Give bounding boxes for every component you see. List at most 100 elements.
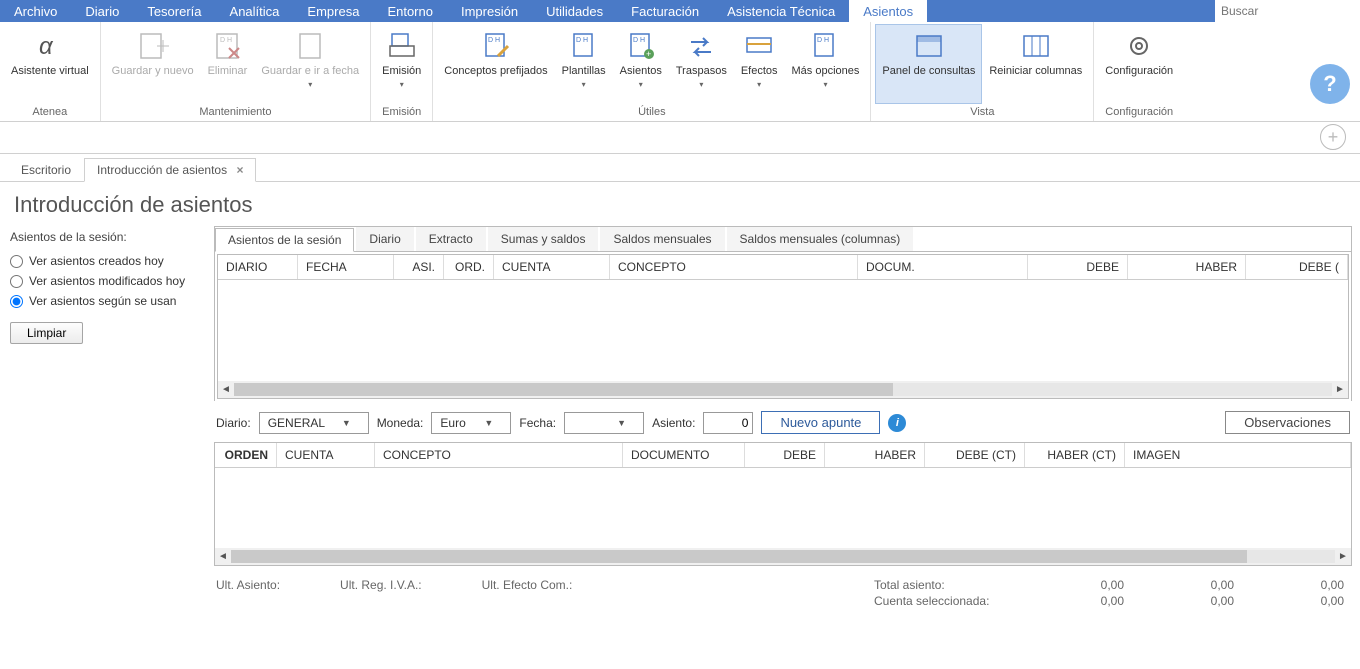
diario-select[interactable]: GENERAL ▼ <box>259 412 369 434</box>
reiniciar-columnas-button[interactable]: Reiniciar columnas <box>982 24 1089 104</box>
radio-modificados-hoy[interactable]: Ver asientos modificados hoy <box>10 274 200 288</box>
guardar-nuevo-button[interactable]: Guardar y nuevo <box>105 24 201 104</box>
help-button[interactable]: ? <box>1310 64 1350 104</box>
scroll-track[interactable] <box>234 383 1332 396</box>
fecha-select[interactable]: ▼ <box>564 412 644 434</box>
grid2-header: ORDEN CUENTA CONCEPTO DOCUMENTO DEBE HAB… <box>215 443 1351 468</box>
itab-diario[interactable]: Diario <box>356 227 413 251</box>
col-haber-ct[interactable]: HABER (CT) <box>1025 443 1125 467</box>
eliminar-button[interactable]: D H Eliminar <box>201 24 255 104</box>
menu-asientos[interactable]: Asientos <box>849 0 927 22</box>
asistente-virtual-button[interactable]: α Asistente virtual <box>4 24 96 104</box>
radio-input[interactable] <box>10 275 23 288</box>
chevron-down-icon[interactable]: ▼ <box>471 418 506 428</box>
asientos-util-button[interactable]: D H+ Asientos ▾ <box>613 24 669 104</box>
col-debe[interactable]: DEBE <box>1028 255 1128 279</box>
traspasos-button[interactable]: Traspasos ▾ <box>669 24 734 104</box>
close-icon[interactable]: × <box>236 163 243 177</box>
panel-consultas-button[interactable]: Panel de consultas <box>875 24 982 104</box>
ribbon-label: Asistente virtual <box>11 65 89 78</box>
scroll-right-icon[interactable]: ► <box>1335 551 1351 562</box>
menu-facturacion[interactable]: Facturación <box>617 0 713 22</box>
col-debe-ct[interactable]: DEBE (CT) <box>925 443 1025 467</box>
col-cuenta[interactable]: CUENTA <box>494 255 610 279</box>
nuevo-apunte-button[interactable]: Nuevo apunte <box>761 411 880 434</box>
col-fecha[interactable]: FECHA <box>298 255 394 279</box>
chevron-down-icon: ▾ <box>400 78 404 91</box>
itab-saldos-mens[interactable]: Saldos mensuales <box>600 227 724 251</box>
menu-impresion[interactable]: Impresión <box>447 0 532 22</box>
configuracion-button[interactable]: Configuración <box>1098 24 1180 104</box>
grid-body[interactable] <box>218 280 1348 381</box>
menu-tesoreria[interactable]: Tesorería <box>133 0 215 22</box>
col-diario[interactable]: DIARIO <box>218 255 298 279</box>
radio-creados-hoy[interactable]: Ver asientos creados hoy <box>10 254 200 268</box>
col-orden[interactable]: ORDEN <box>215 443 277 467</box>
scroll-track[interactable] <box>231 550 1335 563</box>
col-imagen[interactable]: IMAGEN <box>1125 443 1351 467</box>
h-scrollbar-2[interactable]: ◄ ► <box>215 548 1351 565</box>
observaciones-button[interactable]: Observaciones <box>1225 411 1350 434</box>
transfer-icon <box>684 29 718 63</box>
col-debe2[interactable]: DEBE ( <box>1246 255 1348 279</box>
chevron-down-icon[interactable]: ▼ <box>329 418 364 428</box>
cuenta-val-2: 0,00 <box>1124 594 1234 608</box>
emision-button[interactable]: Emisión ▾ <box>375 24 428 104</box>
col-ord[interactable]: ORD. <box>444 255 494 279</box>
asiento-input[interactable] <box>703 412 753 434</box>
panel-icon <box>912 29 946 63</box>
scroll-right-icon[interactable]: ► <box>1332 384 1348 395</box>
itab-extracto[interactable]: Extracto <box>416 227 486 251</box>
guardar-ir-fecha-button[interactable]: Guardar e ir a fecha ▾ <box>254 24 366 104</box>
scroll-thumb[interactable] <box>234 383 893 396</box>
add-button[interactable]: + <box>1320 124 1346 150</box>
itab-saldos-col[interactable]: Saldos mensuales (columnas) <box>727 227 914 251</box>
search-input[interactable] <box>1215 0 1360 22</box>
menu-empresa[interactable]: Empresa <box>293 0 373 22</box>
radio-input[interactable] <box>10 295 23 308</box>
efectos-button[interactable]: Efectos ▾ <box>734 24 785 104</box>
mas-opciones-button[interactable]: D H Más opciones ▾ <box>785 24 867 104</box>
scroll-left-icon[interactable]: ◄ <box>215 551 231 562</box>
tab-escritorio[interactable]: Escritorio <box>8 158 84 181</box>
col-docum[interactable]: DOCUM. <box>858 255 1028 279</box>
tab-label: Escritorio <box>21 163 71 177</box>
group-label: Atenea <box>4 104 96 121</box>
info-icon[interactable]: i <box>888 414 906 432</box>
menu-asistencia[interactable]: Asistencia Técnica <box>713 0 849 22</box>
save-date-icon <box>293 29 327 63</box>
asiento-label: Asiento: <box>652 416 695 430</box>
col-haber2[interactable]: HABER <box>825 443 925 467</box>
col-documento[interactable]: DOCUMENTO <box>623 443 745 467</box>
col-cuenta2[interactable]: CUENTA <box>277 443 375 467</box>
menu-diario[interactable]: Diario <box>71 0 133 22</box>
grid2-body[interactable] <box>215 468 1351 548</box>
chevron-down-icon[interactable]: ▼ <box>604 418 639 428</box>
menu-archivo[interactable]: Archivo <box>0 0 71 22</box>
radio-segun-se-usan[interactable]: Ver asientos según se usan <box>10 294 200 308</box>
col-asi[interactable]: ASI. <box>394 255 444 279</box>
menu-utilidades[interactable]: Utilidades <box>532 0 617 22</box>
scroll-thumb[interactable] <box>231 550 1247 563</box>
plantillas-button[interactable]: D H Plantillas ▾ <box>555 24 613 104</box>
col-debe3[interactable]: DEBE <box>745 443 825 467</box>
document-pencil-icon: D H <box>479 29 513 63</box>
chevron-down-icon: ▾ <box>308 78 312 91</box>
svg-text:+: + <box>646 49 651 59</box>
h-scrollbar[interactable]: ◄ ► <box>218 381 1348 398</box>
tab-introduccion-asientos[interactable]: Introducción de asientos × <box>84 158 256 182</box>
col-concepto[interactable]: CONCEPTO <box>610 255 858 279</box>
radio-input[interactable] <box>10 255 23 268</box>
ult-efecto-label: Ult. Efecto Com.: <box>482 578 573 608</box>
limpiar-button[interactable]: Limpiar <box>10 322 83 344</box>
menu-analitica[interactable]: Analítica <box>216 0 294 22</box>
menu-entorno[interactable]: Entorno <box>373 0 447 22</box>
col-haber[interactable]: HABER <box>1128 255 1246 279</box>
moneda-select[interactable]: Euro ▼ <box>431 412 511 434</box>
col-concepto2[interactable]: CONCEPTO <box>375 443 623 467</box>
conceptos-prefijados-button[interactable]: D H Conceptos prefijados <box>437 24 554 104</box>
ribbon-label: Panel de consultas <box>882 65 975 78</box>
scroll-left-icon[interactable]: ◄ <box>218 384 234 395</box>
itab-sumas[interactable]: Sumas y saldos <box>488 227 599 251</box>
itab-sesion[interactable]: Asientos de la sesión <box>215 228 354 252</box>
